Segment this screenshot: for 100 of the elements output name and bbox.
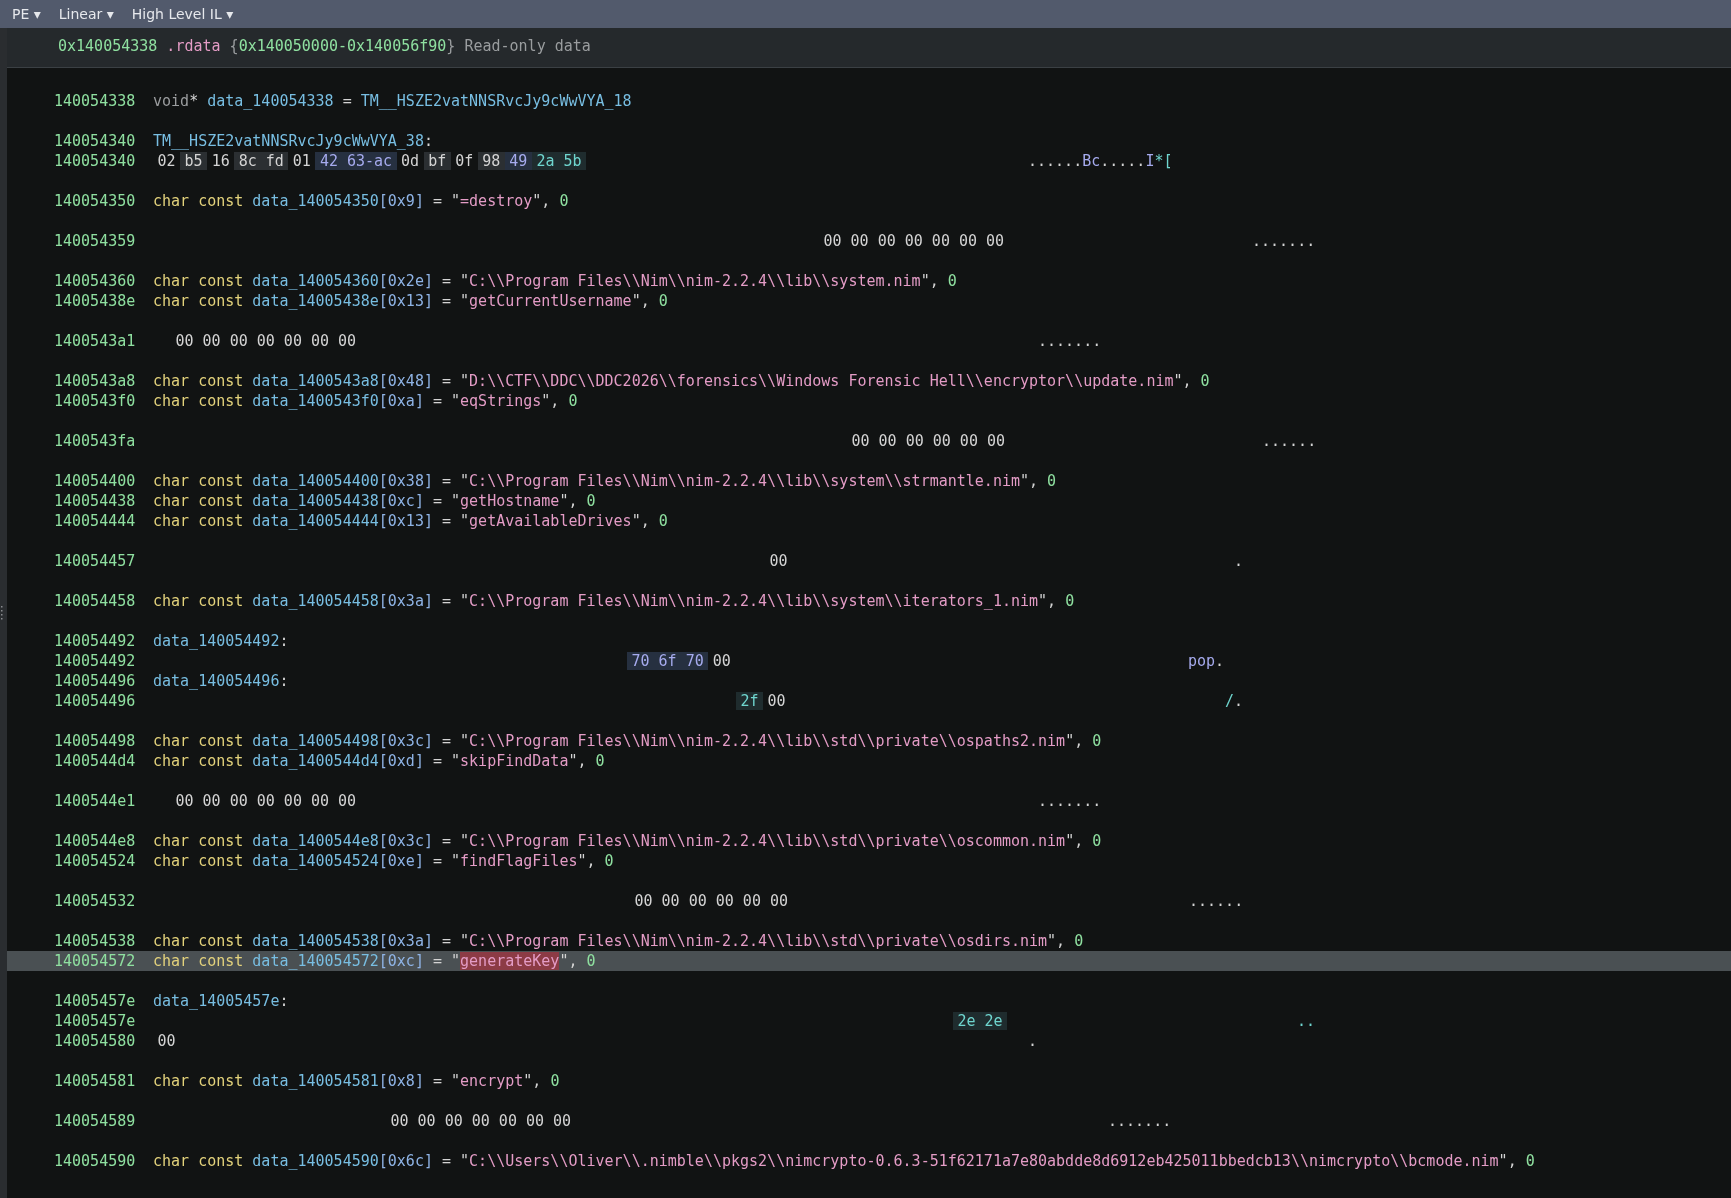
code-line: char const data_140054590[0x6c] = "C:\\Users\\Oliver\\.nimble\\pkgs2\\nimcrypto-0.6.3-51f62171a7e80abdde8d6912eb425011bbedcb13\\nimcrypto\\bcmode.nim", 0 [153, 1151, 1535, 1171]
listing-row[interactable]: 140054457 00 . [7, 551, 1731, 571]
listing-row[interactable]: 140054340 TM__HSZE2vatNNSRvcJy9cWwVYA_38: [7, 131, 1731, 151]
view-menu[interactable]: PE ▾ [4, 3, 49, 25]
hex-bytes: 00 00 00 00 00 00 00 [822, 232, 1006, 250]
code-line: char const data_1400544e8[0x3c] = "C:\\Program Files\\Nim\\nim-2.2.4\\lib\\std\\private\\oscommon.nim", 0 [153, 831, 1102, 851]
code-line: char const data_140054581[0x8] = "encrypt", 0 [153, 1071, 560, 1091]
hex-bytes: 00 00 00 00 00 00 [850, 432, 1007, 450]
address: 140054589 [54, 1111, 137, 1131]
code-line: char const data_140054498[0x3c] = "C:\\Program Files\\Nim\\nim-2.2.4\\lib\\std\\private\\ospaths2.nim", 0 [153, 731, 1102, 751]
address: 140054498 [54, 731, 137, 751]
ascii-text: .. [1297, 1011, 1316, 1031]
listing-row[interactable]: 140054590 char const data_140054590[0x6c] = "C:\\Users\\Oliver\\.nimble\\pkgs2\\nimcrypto-0.6.3-51f62171a7e80abdde8d6912eb425011bbedcb13\\nimcrypto\\bcmode.nim", 0 [7, 1151, 1731, 1171]
code-line: char const data_14005438e[0x13] = "getCurrentUsername", 0 [153, 291, 668, 311]
code-line: char const data_1400543a8[0x48] = "D:\\CTF\\DDC\\DDC2026\\forensics\\Windows Forensic Hell\\encryptor\\update.nim", 0 [153, 371, 1210, 391]
listing-row[interactable]: 1400543f0 char const data_1400543f0[0xa] = "eqStrings", 0 [7, 391, 1731, 411]
listing-row[interactable]: 140054492 70 6f 70 00 pop. [7, 651, 1731, 671]
hex-bytes: 00 00 00 00 00 00 00 [389, 1112, 573, 1130]
code-line: char const data_140054400[0x38] = "C:\\Program Files\\Nim\\nim-2.2.4\\lib\\system\\strmantle.nim", 0 [153, 471, 1057, 491]
listing-row[interactable]: 140054524 char const data_140054524[0xe] = "findFlagFiles", 0 [7, 851, 1731, 871]
ascii-text: /. [1225, 691, 1244, 711]
address: 140054360 [54, 271, 137, 291]
listing-row[interactable]: 140054496 2f 00 /. [7, 691, 1731, 711]
address: 14005438e [54, 291, 137, 311]
address: 140054359 [54, 231, 137, 251]
address: 140054340 [54, 131, 137, 151]
listing-row[interactable]: 140054444 char const data_140054444[0x13] = "getAvailableDrives", 0 [7, 511, 1731, 531]
hex-bytes: 00 00 00 00 00 00 00 [174, 332, 358, 350]
code-line: char const data_140054524[0xe] = "findFlagFiles", 0 [153, 851, 614, 871]
listing-row[interactable]: 140054580 00 . [7, 1031, 1731, 1051]
address: 140054538 [54, 931, 137, 951]
listing-row[interactable]: 140054360 char const data_140054360[0x2e] = "C:\\Program Files\\Nim\\nim-2.2.4\\lib\\system.nim", 0 [7, 271, 1731, 291]
listing-row[interactable]: 140054496 data_140054496: [7, 671, 1731, 691]
address: 140054496 [54, 691, 137, 711]
ascii-text: ...... [1262, 431, 1317, 451]
listing-row[interactable]: 140054581 char const data_140054581[0x8] = "encrypt", 0 [7, 1071, 1731, 1091]
listing-row[interactable]: 14005438e char const data_14005438e[0x13] = "getCurrentUsername", 0 [7, 291, 1731, 311]
hex-bytes: 00 [768, 552, 789, 570]
listing-row[interactable]: 1400544e8 char const data_1400544e8[0x3c] = "C:\\Program Files\\Nim\\nim-2.2.4\\lib\\std\\private\\oscommon.nim", 0 [7, 831, 1731, 851]
listing-row[interactable]: 140054359 00 00 00 00 00 00 00 ....... [7, 231, 1731, 251]
code-line: data_14005457e: [153, 991, 289, 1011]
view-menu[interactable]: High Level IL ▾ [123, 3, 242, 25]
listing-row[interactable]: 140054458 char const data_140054458[0x3a] = "C:\\Program Files\\Nim\\nim-2.2.4\\lib\\system\\iterators_1.nim", 0 [7, 591, 1731, 611]
view-menu[interactable]: Linear ▾ [50, 3, 122, 25]
listing-row[interactable]: 140054532 00 00 00 00 00 00 ...... [7, 891, 1731, 911]
hex-bytes: 00 00 00 00 00 00 00 [174, 792, 358, 810]
code-line: char const data_140054444[0x13] = "getAvailableDrives", 0 [153, 511, 668, 531]
listing-row[interactable]: 1400544e1 00 00 00 00 00 00 00 ....... [7, 791, 1731, 811]
listing-row[interactable]: 140054338 void* data_140054338 = TM__HSZE2vatNNSRvcJy9cWwVYA_18 [7, 91, 1731, 111]
code-line: char const data_140054458[0x3a] = "C:\\Program Files\\Nim\\nim-2.2.4\\lib\\system\\iterators_1.nim", 0 [153, 591, 1075, 611]
code-line: char const data_140054350[0x9] = "=destroy", 0 [153, 191, 569, 211]
address: 1400543f0 [54, 391, 137, 411]
code-line: data_140054496: [153, 671, 289, 691]
ascii-text: . [1028, 1031, 1038, 1051]
code-line: char const data_1400544d4[0xd] = "skipFindData", 0 [153, 751, 605, 771]
address: 140054458 [54, 591, 137, 611]
listing-row[interactable]: 140054498 char const data_140054498[0x3c] = "C:\\Program Files\\Nim\\nim-2.2.4\\lib\\std\\private\\ospaths2.nim", 0 [7, 731, 1731, 751]
listing-row[interactable]: 1400544d4 char const data_1400544d4[0xd] = "skipFindData", 0 [7, 751, 1731, 771]
listing-row[interactable]: 140054538 char const data_140054538[0x3a] = "C:\\Program Files\\Nim\\nim-2.2.4\\lib\\std\\private\\osdirs.nim", 0 [7, 931, 1731, 951]
address: 140054580 [54, 1031, 137, 1051]
address: 140054338 [54, 91, 137, 111]
hex-bytes: 00 00 00 00 00 00 [633, 892, 790, 910]
listing-row[interactable]: 140054350 char const data_140054350[0x9] = "=destroy", 0 [7, 191, 1731, 211]
ascii-text: ....... [1252, 231, 1316, 251]
code-line: char const data_1400543f0[0xa] = "eqStrings", 0 [153, 391, 578, 411]
listing-row[interactable]: 1400543a1 00 00 00 00 00 00 00 ....... [7, 331, 1731, 351]
address: 140054444 [54, 511, 137, 531]
resize-grip-icon[interactable] [0, 606, 3, 620]
code-line: char const data_140054572[0xc] = "generateKey", 0 [153, 951, 596, 971]
address: 140054457 [54, 551, 137, 571]
listing-row[interactable]: 140054438 char const data_140054438[0xc] = "getHostname", 0 [7, 491, 1731, 511]
listing-row[interactable]: 140054400 char const data_140054400[0x38] = "C:\\Program Files\\Nim\\nim-2.2.4\\lib\\system\\strmantle.nim", 0 [7, 471, 1731, 491]
address: 1400543a1 [54, 331, 137, 351]
address: 1400543fa [54, 431, 137, 451]
listing-row[interactable]: 140054340 02 b5 16 8c fd 01 42 63-ac 0d bf 0f 98 49 2a 5b ......Bc.....I*[ [7, 151, 1731, 171]
listing-row[interactable]: 140054492 data_140054492: [7, 631, 1731, 651]
listing-row[interactable]: 1400543fa 00 00 00 00 00 00 ...... [7, 431, 1731, 451]
address: 14005457e [54, 1011, 137, 1031]
listing-row[interactable]: 140054589 00 00 00 00 00 00 00 ....... [7, 1111, 1731, 1131]
address: 140054492 [54, 651, 137, 671]
hex-bytes: 02 b5 16 8c fd 01 42 63-ac 0d bf 0f 98 49 2a 5b [153, 152, 587, 170]
listing-row[interactable]: 1400543a8 char const data_1400543a8[0x48] = "D:\\CTF\\DDC\\DDC2026\\forensics\\Windows Forensic Hell\\encryptor\\update.nim", 0 [7, 371, 1731, 391]
address: 140054438 [54, 491, 137, 511]
code-line: char const data_140054360[0x2e] = "C:\\Program Files\\Nim\\nim-2.2.4\\lib\\system.nim", 0 [153, 271, 957, 291]
address: 140054572 [54, 951, 137, 971]
code-line: void* data_140054338 = TM__HSZE2vatNNSRvcJy9cWwVYA_18 [153, 91, 632, 111]
address: 140054350 [54, 191, 137, 211]
address: 1400544e8 [54, 831, 137, 851]
code-line: char const data_140054438[0xc] = "getHostname", 0 [153, 491, 596, 511]
code-line: TM__HSZE2vatNNSRvcJy9cWwVYA_38: [153, 131, 433, 151]
listing-row[interactable]: 14005457e data_14005457e: [7, 991, 1731, 1011]
ascii-text: . [1234, 551, 1244, 571]
ascii-text: ......Bc.....I*[ [1028, 151, 1173, 171]
address: 140054581 [54, 1071, 137, 1091]
listing-row[interactable]: 14005457e 2e 2e .. [7, 1011, 1731, 1031]
hex-bytes: 2e 2e [953, 1012, 1008, 1030]
ascii-text: ....... [1038, 791, 1102, 811]
address: 1400543a8 [54, 371, 137, 391]
selected-row[interactable]: 140054572 char const data_140054572[0xc] = "generateKey", 0 [7, 951, 1731, 971]
address: 140054532 [54, 891, 137, 911]
